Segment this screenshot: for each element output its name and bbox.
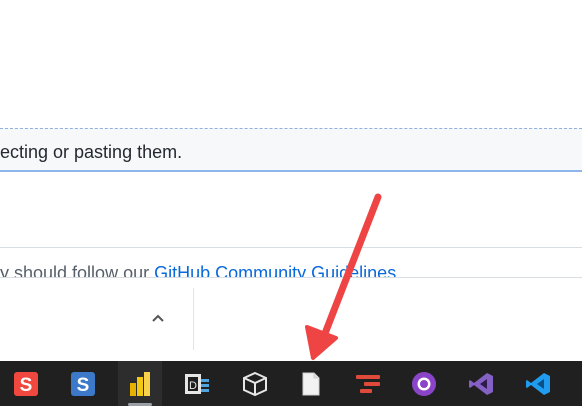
panel-separator (193, 288, 194, 350)
sublime-red-icon[interactable]: S (4, 361, 48, 406)
blank-file-icon[interactable] (289, 361, 333, 406)
guidelines-prefix: y should follow our (0, 263, 155, 278)
github-desktop-icon[interactable] (402, 361, 446, 406)
sublime-blue-icon[interactable]: S (61, 361, 105, 406)
power-bi-icon[interactable] (118, 361, 162, 406)
comment-attach-bar[interactable]: ecting or pasting them. (0, 128, 582, 172)
vs-code-icon[interactable] (516, 361, 560, 406)
windows-taskbar: S S D (0, 361, 582, 406)
dbeaver-icon[interactable]: D (175, 361, 219, 406)
svg-text:S: S (20, 375, 33, 396)
visual-studio-icon[interactable] (459, 361, 503, 406)
lower-panel (0, 278, 582, 361)
svg-text:S: S (77, 375, 90, 396)
community-guidelines-link[interactable]: GitHub Community Guidelines (154, 263, 396, 278)
3d-box-icon[interactable] (233, 361, 277, 406)
attach-hint-text: ecting or pasting them. (0, 142, 183, 162)
divider (0, 247, 582, 248)
guidelines-notice: y should follow our GitHub Community Gui… (0, 262, 582, 278)
gitkraken-icon[interactable] (346, 361, 390, 406)
svg-text:D: D (189, 380, 197, 392)
chevron-up-icon[interactable] (148, 308, 168, 328)
